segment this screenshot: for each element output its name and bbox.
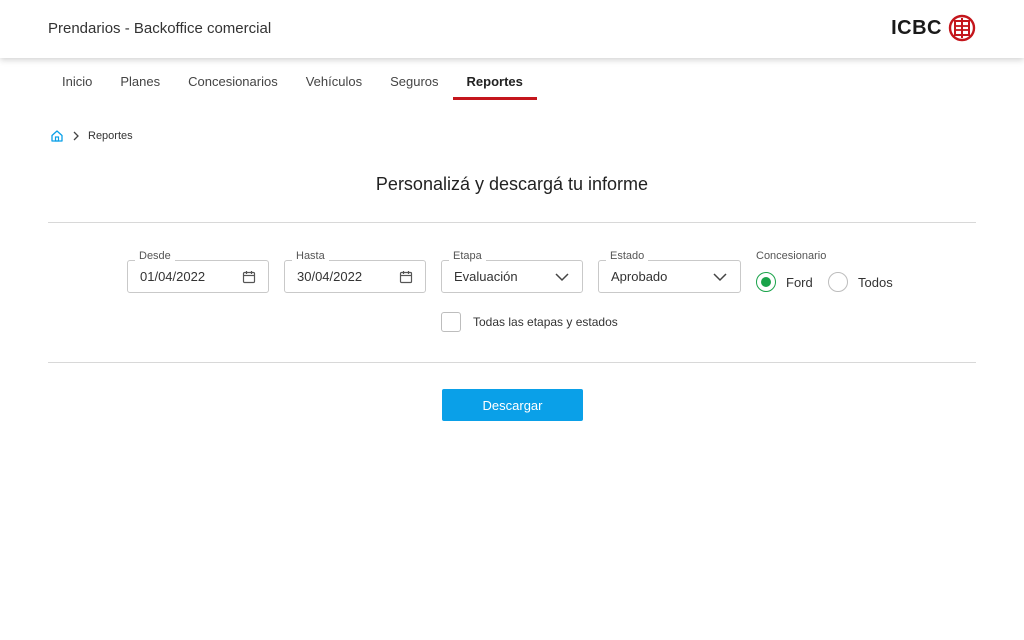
page-title: Personalizá y descargá tu informe: [375, 174, 649, 194]
chevron-down-icon[interactable]: [554, 272, 570, 282]
estado-field: Aprobado Estado: [598, 250, 741, 293]
estado-value: Aprobado: [611, 269, 668, 284]
nav-item-concesionarios[interactable]: Concesionarios: [174, 58, 292, 96]
breadcrumb: Reportes: [50, 129, 133, 143]
desde-input[interactable]: 01/04/2022: [127, 260, 269, 293]
calendar-icon[interactable]: [399, 270, 413, 284]
nav-item-seguros[interactable]: Seguros: [376, 58, 452, 96]
nav-item-planes[interactable]: Planes: [106, 58, 174, 96]
radio-todos-label: Todos: [858, 274, 893, 290]
top-bar: Prendarios - Backoffice comercial ICBC: [0, 0, 1024, 58]
radio-ford-label: Ford: [786, 274, 813, 290]
estado-label: Estado: [606, 250, 649, 263]
estado-select[interactable]: Aprobado: [598, 260, 741, 293]
chevron-down-icon[interactable]: [712, 272, 728, 282]
desde-value: 01/04/2022: [140, 269, 206, 284]
calendar-icon[interactable]: [242, 270, 256, 284]
radio-todos-circle[interactable]: [828, 272, 848, 292]
hasta-label: Hasta: [292, 250, 329, 263]
radio-todos[interactable]: Todos: [828, 272, 893, 292]
hasta-value: 30/04/2022: [297, 269, 363, 284]
etapa-label: Etapa: [449, 250, 486, 263]
download-button[interactable]: Descargar: [442, 389, 583, 421]
main-nav: Inicio Planes Concesionarios Vehículos S…: [48, 58, 538, 100]
all-stages-checkbox[interactable]: [441, 312, 461, 332]
chevron-right-icon: [72, 131, 80, 141]
all-stages-label: Todas las etapas y estados: [473, 315, 618, 329]
divider-top: [48, 222, 976, 223]
etapa-select[interactable]: Evaluación: [441, 260, 583, 293]
hasta-field: 30/04/2022 Hasta: [284, 250, 426, 293]
nav-item-inicio[interactable]: Inicio: [48, 58, 106, 96]
home-icon[interactable]: [50, 129, 64, 143]
desde-field: 01/04/2022 Desde: [127, 250, 269, 293]
icbc-logo-icon: [948, 14, 976, 42]
divider-bottom: [48, 362, 976, 363]
app-title: Prendarios - Backoffice comercial: [48, 20, 272, 37]
hasta-input[interactable]: 30/04/2022: [284, 260, 426, 293]
etapa-field: Evaluación Etapa: [441, 250, 583, 293]
brand-logo[interactable]: ICBC: [891, 14, 976, 42]
logo-text: ICBC: [891, 16, 942, 39]
etapa-value: Evaluación: [454, 269, 518, 284]
breadcrumb-current: Reportes: [88, 130, 133, 142]
radio-ford[interactable]: Ford: [756, 272, 813, 292]
nav-item-reportes[interactable]: Reportes: [452, 58, 538, 100]
radio-selected-dot: [761, 277, 771, 287]
desde-label: Desde: [135, 250, 175, 263]
nav-item-vehiculos[interactable]: Vehículos: [292, 58, 376, 96]
radio-ford-circle[interactable]: [756, 272, 776, 292]
all-stages-checkbox-row[interactable]: Todas las etapas y estados: [441, 312, 618, 332]
concesionario-label: Concesionario: [756, 250, 827, 262]
